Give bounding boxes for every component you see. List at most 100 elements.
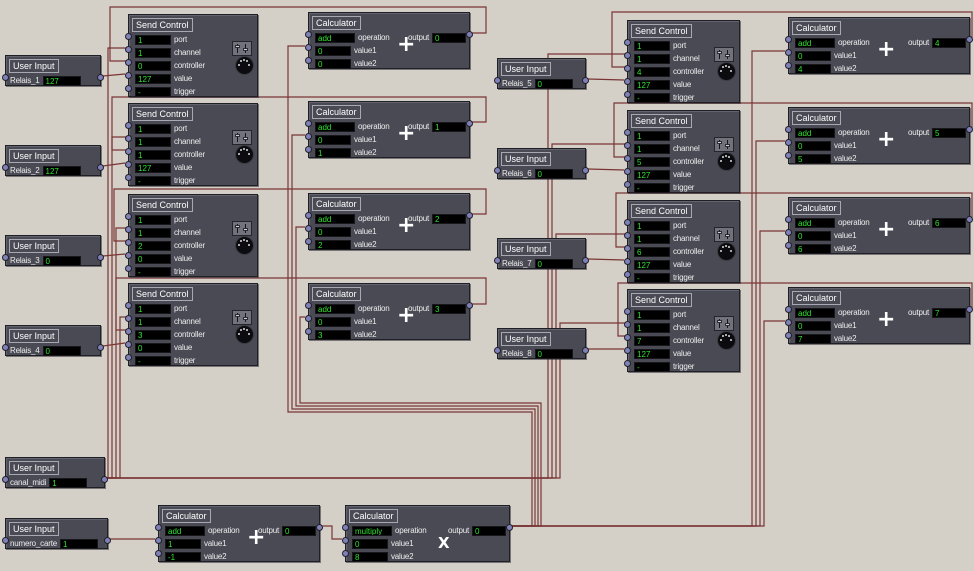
value-input-port[interactable] (125, 161, 132, 168)
value2-box[interactable]: 5 (795, 154, 831, 164)
value1-input-port[interactable] (342, 537, 349, 544)
controller-value-box[interactable]: 3 (135, 330, 171, 340)
operation-value-box[interactable]: add (315, 33, 355, 43)
input-port[interactable] (494, 167, 501, 174)
trigger-value-box[interactable]: - (135, 267, 171, 277)
calculator-1[interactable]: Calculatoraddoperationoutput00value10val… (308, 12, 470, 69)
send-control-4[interactable]: Send Control1port1channel3controller0val… (128, 283, 258, 366)
output-port[interactable] (104, 537, 111, 544)
channel-value-box[interactable]: 1 (634, 323, 670, 333)
output-port[interactable] (97, 74, 104, 81)
output-value-box[interactable]: 3 (432, 304, 466, 314)
value2-box[interactable]: 2 (315, 240, 351, 250)
send-control-7[interactable]: Send Control1port1channel6controller127v… (627, 200, 740, 283)
value-value-box[interactable]: 127 (135, 74, 171, 84)
channel-value-box[interactable]: 1 (634, 144, 670, 154)
channel-input-port[interactable] (125, 135, 132, 142)
controller-input-port[interactable] (624, 155, 631, 162)
value2-input-port[interactable] (785, 332, 792, 339)
output-value-box[interactable]: 0 (282, 526, 316, 536)
user-input-relais-4[interactable]: User InputRelais_40 (5, 325, 101, 356)
operation-input-port[interactable] (305, 302, 312, 309)
port-input-port[interactable] (125, 213, 132, 220)
value1-input-port[interactable] (785, 49, 792, 56)
value2-input-port[interactable] (342, 550, 349, 557)
output-port[interactable] (316, 524, 323, 531)
value2-box[interactable]: 6 (795, 244, 831, 254)
input-value-box[interactable]: 0 (535, 79, 573, 89)
channel-input-port[interactable] (125, 46, 132, 53)
value2-input-port[interactable] (305, 328, 312, 335)
trigger-input-port[interactable] (624, 91, 631, 98)
value-input-port[interactable] (624, 258, 631, 265)
value2-input-port[interactable] (305, 146, 312, 153)
port-value-box[interactable]: 1 (135, 35, 171, 45)
input-value-box[interactable]: 0 (535, 259, 573, 269)
value2-box[interactable]: 7 (795, 334, 831, 344)
output-port[interactable] (466, 120, 473, 127)
trigger-input-port[interactable] (624, 181, 631, 188)
channel-value-box[interactable]: 1 (135, 137, 171, 147)
operation-input-port[interactable] (785, 36, 792, 43)
operation-value-box[interactable]: multiply (352, 526, 392, 536)
controller-input-port[interactable] (624, 65, 631, 72)
operation-value-box[interactable]: add (795, 308, 835, 318)
value2-box[interactable]: 8 (352, 552, 388, 562)
value2-input-port[interactable] (785, 152, 792, 159)
value-input-port[interactable] (125, 252, 132, 259)
input-value-box[interactable]: 1 (49, 478, 87, 488)
channel-input-port[interactable] (125, 226, 132, 233)
channel-input-port[interactable] (624, 142, 631, 149)
value2-box[interactable]: 4 (795, 64, 831, 74)
user-input-relais-7[interactable]: User InputRelais_70 (497, 238, 586, 269)
operation-input-port[interactable] (305, 212, 312, 219)
port-value-box[interactable]: 1 (634, 41, 670, 51)
output-port[interactable] (966, 306, 973, 313)
calculator-10[interactable]: Calculatormultiplyoperationoutput00value… (345, 505, 510, 562)
output-port[interactable] (466, 31, 473, 38)
value-input-port[interactable] (624, 347, 631, 354)
value1-box[interactable]: 0 (315, 317, 351, 327)
input-port[interactable] (2, 344, 9, 351)
controller-input-port[interactable] (624, 334, 631, 341)
input-value-box[interactable]: 0 (535, 349, 573, 359)
trigger-value-box[interactable]: - (634, 93, 670, 103)
value-input-port[interactable] (624, 168, 631, 175)
send-control-8[interactable]: Send Control1port1channel7controller127v… (627, 289, 740, 372)
port-value-box[interactable]: 1 (634, 131, 670, 141)
user-input-numero-carte[interactable]: User Inputnumero_carte1 (5, 518, 108, 549)
input-port[interactable] (2, 164, 9, 171)
port-value-box[interactable]: 1 (634, 221, 670, 231)
trigger-value-box[interactable]: - (634, 362, 670, 372)
value1-input-port[interactable] (305, 44, 312, 51)
controller-input-port[interactable] (125, 59, 132, 66)
value1-box[interactable]: 0 (315, 46, 351, 56)
value-value-box[interactable]: 0 (135, 343, 171, 353)
operation-input-port[interactable] (785, 306, 792, 313)
trigger-input-port[interactable] (125, 85, 132, 92)
value2-box[interactable]: 0 (315, 59, 351, 69)
output-port[interactable] (582, 77, 589, 84)
calculator-8[interactable]: Calculatoraddoperationoutput70value17val… (788, 287, 970, 344)
input-port[interactable] (494, 347, 501, 354)
trigger-value-box[interactable]: - (634, 183, 670, 193)
output-port[interactable] (466, 302, 473, 309)
port-value-box[interactable]: 1 (135, 215, 171, 225)
trigger-input-port[interactable] (624, 271, 631, 278)
controller-value-box[interactable]: 6 (634, 247, 670, 257)
output-value-box[interactable]: 0 (472, 526, 506, 536)
output-value-box[interactable]: 0 (432, 33, 466, 43)
value-value-box[interactable]: 127 (634, 349, 670, 359)
value-input-port[interactable] (624, 78, 631, 85)
trigger-input-port[interactable] (125, 265, 132, 272)
channel-value-box[interactable]: 1 (634, 54, 670, 64)
output-port[interactable] (966, 216, 973, 223)
port-value-box[interactable]: 1 (135, 304, 171, 314)
port-input-port[interactable] (125, 122, 132, 129)
operation-input-port[interactable] (342, 524, 349, 531)
user-input-relais-2[interactable]: User InputRelais_2127 (5, 145, 101, 176)
value-value-box[interactable]: 127 (135, 163, 171, 173)
user-input-relais-3[interactable]: User InputRelais_30 (5, 235, 101, 266)
send-control-6[interactable]: Send Control1port1channel5controller127v… (627, 110, 740, 193)
output-port[interactable] (97, 254, 104, 261)
